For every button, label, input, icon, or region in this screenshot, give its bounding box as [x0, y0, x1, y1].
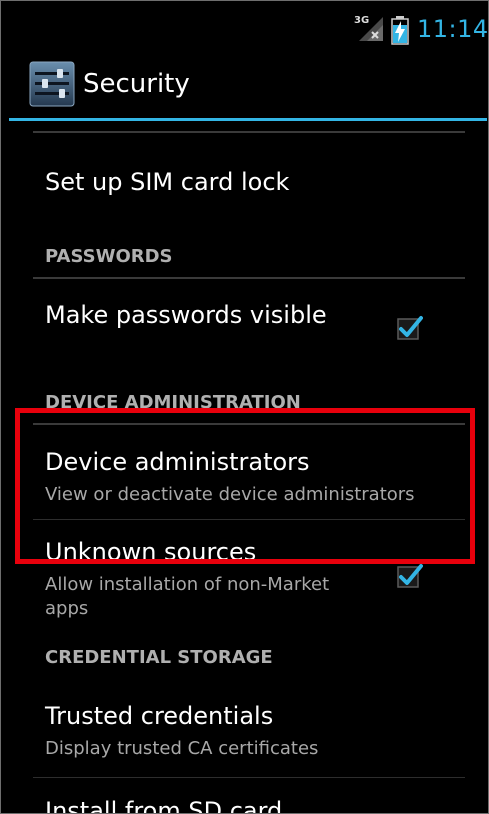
- trusted-credentials-summary: Display trusted CA certificates: [45, 738, 319, 759]
- section-divider: [33, 423, 465, 425]
- install-from-sd-card-item[interactable]: Install from SD card: [45, 797, 282, 813]
- action-bar[interactable]: Security: [1, 51, 488, 119]
- credential-storage-section-header: CREDENTIAL STORAGE: [45, 647, 273, 668]
- battery-charging-icon: [391, 16, 409, 45]
- unknown-sources-item[interactable]: Unknown sources: [45, 538, 256, 566]
- sim-card-lock-item[interactable]: Set up SIM card lock: [45, 168, 289, 196]
- screen-frame: 3G 11:14 Security Set up SIM card lock P…: [0, 0, 489, 814]
- list-divider: [33, 777, 465, 778]
- unknown-sources-summary-line-1: Allow installation of non-Market: [45, 574, 330, 595]
- unknown-sources-checkbox[interactable]: [397, 563, 423, 589]
- make-passwords-visible-item[interactable]: Make passwords visible: [45, 301, 327, 329]
- device-administration-section-header: DEVICE ADMINISTRATION: [45, 392, 301, 413]
- passwords-section-header: PASSWORDS: [45, 246, 173, 267]
- page-title: Security: [83, 69, 190, 99]
- unknown-sources-summary-line-2: apps: [45, 598, 89, 619]
- security-settings-list[interactable]: Set up SIM card lock PASSWORDS Make pass…: [1, 121, 488, 813]
- device-administrators-summary: View or deactivate device administrators: [45, 484, 415, 505]
- settings-sliders-icon[interactable]: [29, 61, 75, 107]
- list-divider: [33, 131, 465, 133]
- list-divider: [33, 519, 465, 520]
- clock: 11:14: [417, 15, 489, 43]
- section-divider: [33, 277, 465, 279]
- make-passwords-visible-checkbox[interactable]: [397, 315, 423, 341]
- device-administrators-item[interactable]: Device administrators: [45, 448, 310, 476]
- status-bar: 3G 11:14: [1, 1, 488, 51]
- network-type-label: 3G: [354, 15, 370, 26]
- trusted-credentials-item[interactable]: Trusted credentials: [45, 702, 273, 730]
